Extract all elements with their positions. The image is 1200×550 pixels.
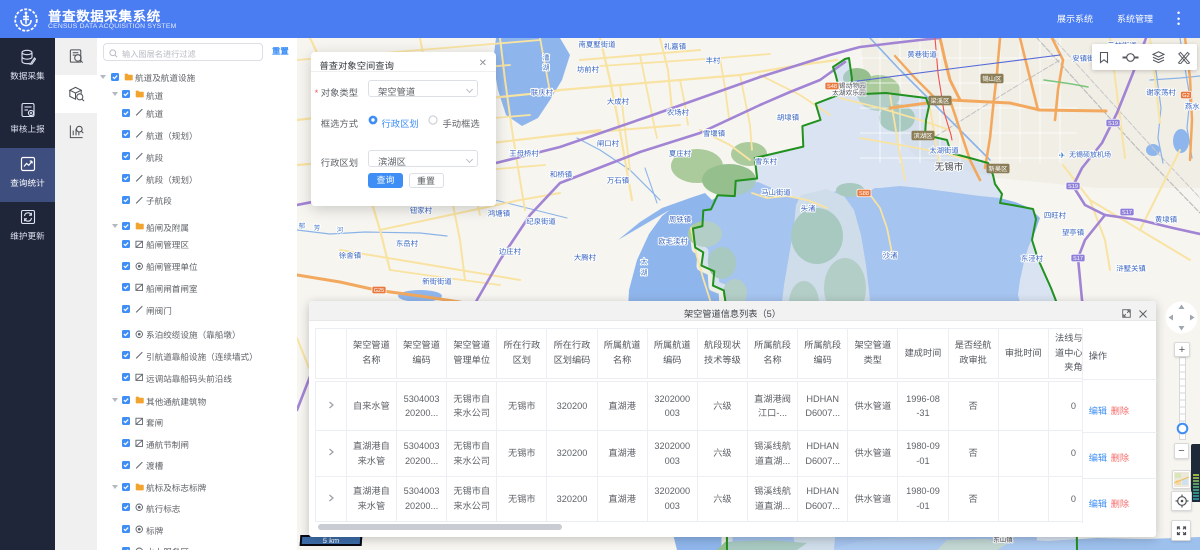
svg-text:丰村: 丰村: [706, 56, 721, 65]
svg-text:漕: 漕: [543, 54, 550, 62]
svg-text:四旺村: 四旺村: [1044, 211, 1067, 220]
svg-text:马山街道: 马山街道: [761, 188, 791, 197]
svg-text:沙渚: 沙渚: [883, 251, 898, 260]
svg-text:G2: G2: [1182, 93, 1189, 99]
svg-text:和桥镇: 和桥镇: [550, 170, 573, 179]
svg-text:王母桥村: 王母桥村: [509, 149, 539, 158]
svg-text:锡山区: 锡山区: [982, 75, 1002, 83]
svg-text:湖: 湖: [641, 269, 648, 277]
svg-text:礼嘉镇: 礼嘉镇: [664, 42, 687, 51]
svg-text:欧毛渎村: 欧毛渎村: [658, 237, 688, 246]
svg-text:S19: S19: [1108, 121, 1118, 127]
svg-text:浒墅关镇: 浒墅关镇: [1116, 264, 1146, 273]
svg-text:滨湖区: 滨湖区: [913, 132, 933, 140]
svg-text:徐舍镇: 徐舍镇: [339, 251, 362, 260]
svg-text:黄巷街道: 黄巷街道: [907, 50, 937, 59]
svg-text:边庄村: 边庄村: [499, 247, 522, 256]
svg-text:湖: 湖: [543, 64, 550, 72]
svg-text:大腾村: 大腾村: [574, 253, 597, 262]
svg-text:农场村: 农场村: [667, 108, 690, 117]
svg-text:南夏墅街道: 南夏墅街道: [579, 40, 617, 49]
svg-text:大成村: 大成村: [607, 97, 630, 106]
svg-text:燕水庄: 燕水庄: [1185, 102, 1200, 111]
svg-text:雪堰镇: 雪堰镇: [703, 129, 726, 138]
svg-text:雪东村: 雪东村: [755, 157, 778, 166]
svg-text:梁溪区: 梁溪区: [930, 97, 950, 105]
svg-text:太: 太: [641, 258, 648, 266]
svg-text:无锡硕放机场: 无锡硕放机场: [1069, 151, 1111, 159]
svg-text:头渚: 头渚: [801, 204, 816, 213]
svg-text:钮家村: 钮家村: [410, 206, 433, 215]
svg-text:夏庄村: 夏庄村: [669, 149, 692, 158]
svg-text:新吴区: 新吴区: [988, 165, 1008, 173]
svg-text:望亭镇: 望亭镇: [1062, 228, 1085, 237]
svg-text:胡埭镇: 胡埭镇: [777, 113, 800, 122]
svg-text:东泾村: 东泾村: [1021, 254, 1044, 263]
svg-text:新街街道: 新街街道: [422, 277, 452, 286]
svg-text:东岳村: 东岳村: [396, 239, 419, 248]
svg-text:坊前村: 坊前村: [577, 65, 600, 74]
svg-text:闸口村: 闸口村: [597, 139, 620, 148]
svg-text:周铁镇: 周铁镇: [669, 215, 692, 224]
svg-text:S19: S19: [1068, 184, 1078, 190]
svg-text:S17: S17: [1073, 256, 1083, 262]
svg-text:S88: S88: [859, 191, 869, 197]
svg-text:万石镇: 万石镇: [607, 176, 630, 185]
svg-text:联庆村: 联庆村: [531, 88, 554, 97]
svg-text:太湖欢乐园: 太湖欢乐园: [832, 89, 866, 97]
svg-text:黄埭镇: 黄埭镇: [1155, 215, 1178, 224]
svg-text:东山镇: 东山镇: [993, 536, 1013, 544]
svg-text:✈: ✈: [1059, 151, 1066, 160]
svg-text:谢家荡村: 谢家荡村: [1146, 88, 1176, 97]
svg-text:芳: 芳: [314, 224, 321, 232]
svg-text:G25: G25: [374, 288, 385, 294]
svg-text:郁: 郁: [299, 222, 306, 230]
svg-text:鸿塘镇: 鸿塘镇: [488, 209, 511, 218]
svg-text:S48: S48: [827, 84, 837, 90]
svg-text:太湖街道: 太湖街道: [929, 146, 959, 155]
svg-text:河: 河: [337, 226, 344, 234]
svg-text:S17: S17: [1122, 210, 1132, 216]
svg-text:无锡市: 无锡市: [935, 161, 964, 173]
svg-text:纪泉街道: 纪泉街道: [526, 217, 556, 226]
